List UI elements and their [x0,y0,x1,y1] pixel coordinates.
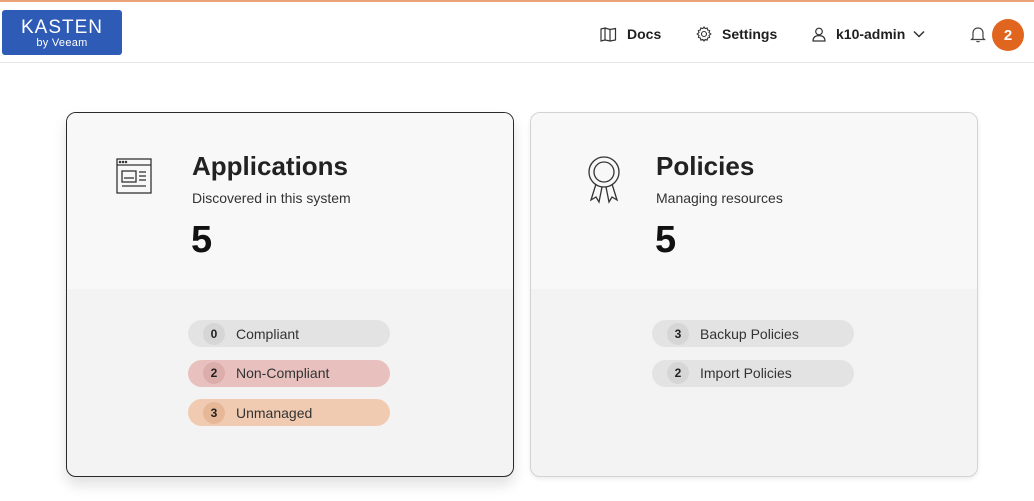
policies-card[interactable]: Policies Managing resources 5 3 Backup P… [530,112,978,477]
bell-icon [970,27,986,43]
notifications-button[interactable] [970,26,986,48]
gear-icon [696,26,712,42]
import-policies-count: 2 [667,362,689,384]
notification-count-badge[interactable]: 2 [992,19,1024,51]
unmanaged-count: 3 [203,401,225,424]
policies-subtitle: Managing resources [656,190,783,206]
backup-policies-pill[interactable]: 3 Backup Policies [652,320,854,347]
top-navigation-bar: KASTEN by Veeam Docs Settings k10-admin [0,0,1034,63]
user-menu[interactable]: k10-admin [812,22,925,46]
settings-link[interactable]: Settings [696,22,777,46]
non-compliant-label: Non-Compliant [236,365,330,381]
import-policies-pill[interactable]: 2 Import Policies [652,359,854,387]
compliant-pill[interactable]: 0 Compliant [188,320,390,347]
settings-label: Settings [722,26,778,42]
user-icon [812,27,826,42]
chevron-down-icon [913,30,925,38]
user-name: k10-admin [836,26,906,42]
applications-card[interactable]: Applications Discovered in this system 5… [66,112,514,477]
kasten-logo[interactable]: KASTEN by Veeam [2,10,122,55]
unmanaged-label: Unmanaged [236,404,313,421]
unmanaged-pill[interactable]: 3 Unmanaged [188,399,390,426]
policies-title: Policies [656,151,755,181]
backup-policies-count: 3 [667,322,689,345]
applications-status-list: 0 Compliant 2 Non-Compliant 3 Unmanaged [188,320,390,439]
book-icon [600,26,617,42]
non-compliant-count: 2 [203,362,225,384]
policies-type-list: 3 Backup Policies 2 Import Policies [652,320,854,399]
logo-wordmark: KASTEN [20,17,104,38]
award-ribbon-icon [587,155,621,212]
browser-window-icon [115,157,153,200]
backup-policies-label: Backup Policies [700,325,799,342]
docs-label: Docs [627,26,662,42]
import-policies-label: Import Policies [700,365,792,381]
applications-title: Applications [192,151,349,181]
compliant-label: Compliant [236,325,300,342]
policies-count: 5 [655,219,677,261]
compliant-count: 0 [203,322,225,345]
applications-subtitle: Discovered in this system [192,190,351,206]
logo-tagline: by Veeam [36,37,88,49]
applications-count: 5 [191,219,213,261]
non-compliant-pill[interactable]: 2 Non-Compliant [188,359,390,387]
docs-link[interactable]: Docs [600,22,661,46]
